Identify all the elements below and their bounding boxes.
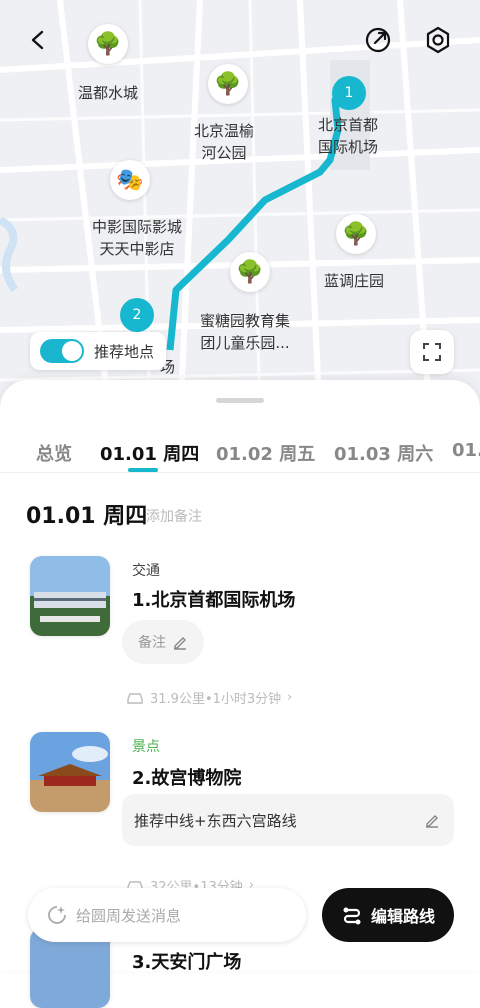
sparkle-chat-icon bbox=[48, 906, 66, 924]
item-title[interactable]: 2.故宫博物院 bbox=[132, 764, 241, 790]
route-pin-2[interactable]: 2 bbox=[120, 298, 154, 332]
settings-button[interactable] bbox=[416, 18, 460, 62]
route-pin-1[interactable]: 1 bbox=[332, 76, 366, 110]
share-button[interactable] bbox=[356, 18, 400, 62]
toggle-label: 推荐地点 bbox=[94, 342, 155, 361]
tab-day-3[interactable]: 01.03 周六 bbox=[334, 440, 433, 466]
tab-day-2[interactable]: 01.02 周五 bbox=[216, 440, 315, 466]
tree-icon[interactable]: 🌳 bbox=[230, 252, 270, 292]
fullscreen-button[interactable] bbox=[410, 330, 454, 374]
item-title[interactable]: 3.天安门广场 bbox=[132, 948, 241, 974]
note-button[interactable]: 备注 bbox=[122, 620, 204, 664]
add-note-link[interactable]: 添加备注 bbox=[146, 506, 202, 526]
tree-icon[interactable]: 🌳 bbox=[88, 24, 128, 64]
note-label: 备注 bbox=[138, 635, 166, 651]
item-title[interactable]: 1.北京首都国际机场 bbox=[132, 586, 295, 612]
poi-label: 北京温榆 河公园 bbox=[194, 122, 255, 162]
chevron-left-icon bbox=[31, 30, 44, 50]
route-note-text: 推荐中线+东西六宫路线 bbox=[134, 811, 297, 830]
poi-label: 北京首都 国际机场 bbox=[318, 116, 379, 156]
airport-image[interactable] bbox=[30, 556, 110, 636]
item-category: 交通 bbox=[132, 563, 160, 579]
toggle-switch[interactable] bbox=[40, 339, 84, 363]
day-tabs: 总览 01.01 周四 01.02 周五 01.03 周六 01.0 bbox=[0, 436, 480, 472]
poi-label: 蜜糖园教育集 团儿童乐园... bbox=[200, 312, 291, 352]
back-button[interactable] bbox=[16, 18, 60, 62]
poi-label: 中影国际影城 天天中影店 bbox=[92, 218, 183, 258]
poi-label: 蓝调庄园 bbox=[324, 272, 385, 290]
drag-handle[interactable] bbox=[216, 398, 264, 403]
tab-day-1[interactable]: 01.01 周四 bbox=[100, 440, 199, 466]
tab-overview[interactable]: 总览 bbox=[36, 440, 72, 466]
map-view[interactable]: 🌳 温都水城 🌳 北京温榆 河公园 北京首都 国际机场 🎭 中影国际影城 天天中… bbox=[0, 0, 480, 420]
edit-route-label: 编辑路线 bbox=[370, 907, 435, 926]
theater-icon[interactable]: 🎭 bbox=[110, 160, 150, 200]
share-icon bbox=[365, 27, 391, 53]
edit-icon bbox=[426, 815, 438, 828]
edit-icon bbox=[174, 637, 186, 650]
route-note-box[interactable]: 推荐中线+东西六宫路线 bbox=[122, 794, 454, 846]
expand-icon bbox=[423, 343, 441, 361]
itinerary-sheet: 总览 01.01 周四 01.02 周五 01.03 周六 01.0 01.01… bbox=[0, 380, 480, 1008]
gear-icon bbox=[426, 26, 450, 54]
edit-route-button[interactable]: 编辑路线 bbox=[322, 888, 454, 942]
message-input[interactable]: 给圆周发送消息 bbox=[28, 888, 306, 942]
divider bbox=[0, 472, 480, 473]
route-icon bbox=[343, 907, 361, 925]
message-placeholder: 给圆周发送消息 bbox=[76, 906, 182, 925]
poi-label: 温都水城 bbox=[78, 84, 139, 102]
car-icon bbox=[127, 692, 143, 704]
tree-icon[interactable]: 🌳 bbox=[336, 214, 376, 254]
chevron-right-icon: › bbox=[287, 690, 293, 705]
travel-text: 31.9公里•1小时3分钟 bbox=[150, 692, 282, 707]
day-title: 01.01 周四 bbox=[26, 504, 148, 529]
tree-icon[interactable]: 🌳 bbox=[208, 64, 248, 104]
palace-image[interactable] bbox=[30, 732, 110, 812]
item-category: 景点 bbox=[132, 739, 160, 755]
tab-day-4[interactable]: 01.0 bbox=[452, 440, 480, 461]
recommend-places-toggle[interactable]: 推荐地点 bbox=[30, 332, 167, 370]
travel-info[interactable]: 31.9公里•1小时3分钟 › bbox=[126, 688, 292, 707]
